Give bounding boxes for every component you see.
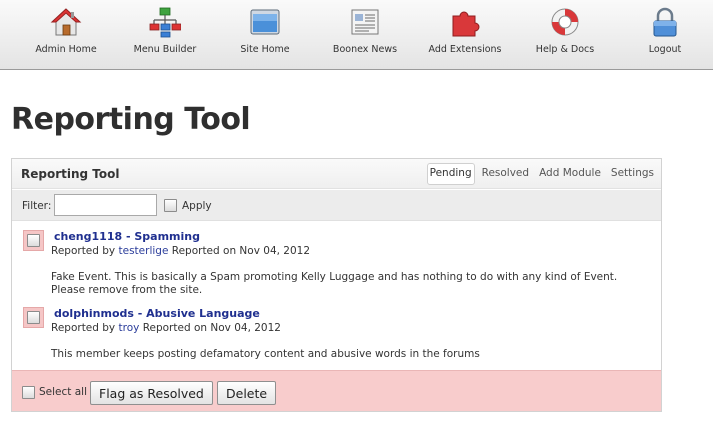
browser-window-icon: [250, 9, 280, 35]
filter-label: Filter:: [22, 200, 52, 212]
reported-on: Reported on Nov 04, 2012: [171, 245, 311, 257]
flag-as-resolved-button[interactable]: Flag as Resolved: [90, 381, 213, 405]
report-checkbox-wrap: [23, 230, 44, 251]
home-icon: [50, 8, 82, 36]
apply-checkbox[interactable]: [164, 199, 177, 212]
admin-toolbar: Admin Home Menu Builder Site Home Boonex…: [0, 0, 713, 70]
panel-title: Reporting Tool: [21, 167, 120, 181]
reported-on: Reported on Nov 04, 2012: [142, 322, 281, 334]
filter-row: Filter: Apply: [12, 190, 661, 221]
reported-by-prefix: Reported by: [51, 322, 116, 334]
toolbar-item-help-docs[interactable]: Help & Docs: [515, 0, 615, 70]
toolbar-item-site-home[interactable]: Site Home: [215, 0, 315, 70]
toolbar-item-admin-home[interactable]: Admin Home: [16, 0, 116, 70]
report-item: dolphinmods - Abusive Language Reported …: [12, 302, 661, 362]
lock-icon: [653, 7, 677, 37]
select-all-label: Select all: [39, 386, 87, 398]
tab-resolved[interactable]: Resolved: [479, 163, 532, 185]
sitemap-icon: [149, 7, 181, 38]
select-all-checkbox[interactable]: [22, 386, 35, 399]
report-meta: Reported by troy Reported on Nov 04, 201…: [51, 322, 281, 334]
reported-by-prefix: Reported by: [51, 245, 116, 257]
toolbar-label: Site Home: [240, 44, 290, 55]
report-item: cheng1118 - Spamming Reported by testerl…: [12, 225, 661, 299]
toolbar-item-boonex-news[interactable]: Boonex News: [315, 0, 415, 70]
toolbar-label: Logout: [648, 44, 682, 55]
report-checkbox[interactable]: [27, 234, 40, 247]
toolbar-label: Admin Home: [35, 44, 97, 55]
report-title-link[interactable]: cheng1118 - Spamming: [54, 230, 200, 243]
report-checkbox[interactable]: [27, 311, 40, 324]
report-meta: Reported by testerlige Reported on Nov 0…: [51, 245, 310, 257]
lifebuoy-icon: [551, 8, 579, 36]
toolbar-label: Boonex News: [332, 44, 398, 55]
tab-add-module[interactable]: Add Module: [536, 163, 604, 185]
report-description: Fake Event. This is basically a Spam pro…: [51, 271, 618, 296]
page-title: Reporting Tool: [11, 102, 251, 137]
news-icon: [351, 9, 379, 35]
tab-settings[interactable]: Settings: [608, 163, 657, 185]
reporter-link[interactable]: testerlige: [119, 245, 169, 257]
report-description: This member keeps posting defamatory con…: [51, 348, 480, 360]
toolbar-item-add-extensions[interactable]: Add Extensions: [415, 0, 515, 70]
report-checkbox-wrap: [23, 307, 44, 328]
report-title-link[interactable]: dolphinmods - Abusive Language: [54, 307, 260, 320]
panel-tabs: Pending Resolved Add Module Settings: [423, 163, 657, 185]
reporter-link[interactable]: troy: [119, 322, 140, 334]
panel-header: Reporting Tool Pending Resolved Add Modu…: [12, 159, 661, 189]
toolbar-label: Help & Docs: [535, 44, 595, 55]
toolbar-label: Menu Builder: [133, 44, 197, 55]
puzzle-icon: [452, 11, 480, 37]
tab-pending[interactable]: Pending: [426, 163, 475, 185]
apply-label: Apply: [182, 200, 212, 212]
toolbar-item-logout[interactable]: Logout: [615, 0, 713, 70]
toolbar-label: Add Extensions: [428, 44, 502, 55]
reporting-panel: Reporting Tool Pending Resolved Add Modu…: [11, 158, 662, 412]
action-footer: Select all Flag as Resolved Delete: [12, 370, 661, 411]
filter-input[interactable]: [54, 194, 157, 216]
toolbar-item-menu-builder[interactable]: Menu Builder: [115, 0, 215, 70]
delete-button[interactable]: Delete: [217, 381, 277, 405]
